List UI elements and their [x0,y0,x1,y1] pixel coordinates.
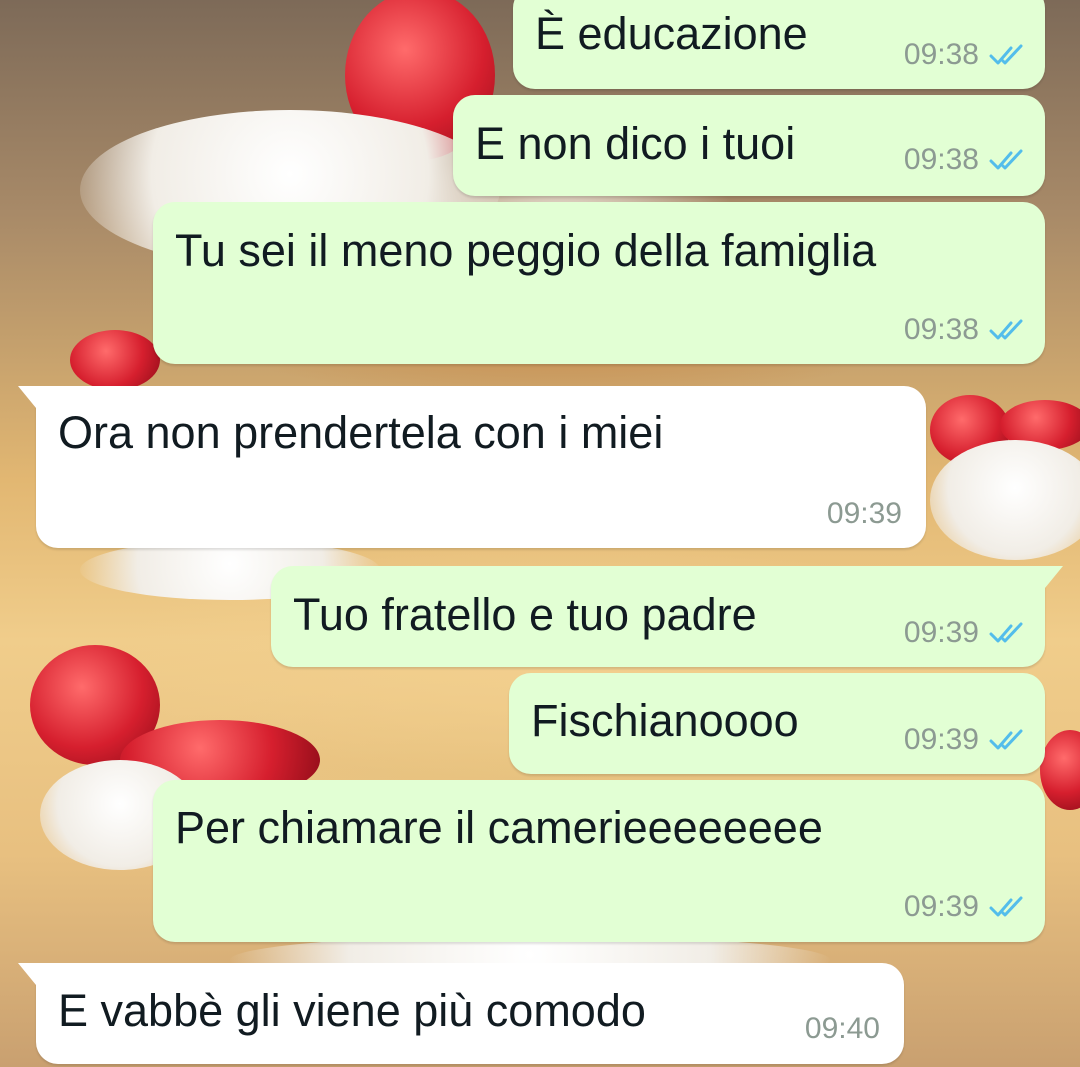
message-text: E non dico i tuoi [475,118,796,169]
message-list[interactable]: È educazione 09:38 E non dico i tuoi 09:… [0,0,1080,1067]
message-text: Tu sei il meno peggio della famiglia [175,225,877,276]
message-meta: 09:39 [827,497,902,531]
message-time: 09:38 [903,38,979,71]
message-meta: 09:40 [805,1012,880,1046]
message-meta: 09:39 [904,723,1027,757]
message-meta: 09:39 [904,616,1027,650]
outgoing-message[interactable]: Fischianoooo 09:39 [509,673,1045,774]
message-text: Ora non prendertela con i miei [58,407,664,458]
outgoing-message[interactable]: Tu sei il meno peggio della famiglia 09:… [153,202,1045,364]
message-text: Per chiamare il camerieeeeeeee [175,802,823,853]
incoming-message[interactable]: E vabbè gli viene più comodo 09:40 [18,963,904,1064]
outgoing-message[interactable]: Tuo fratello e tuo padre 09:39 [271,566,1063,667]
message-time: 09:38 [903,143,979,176]
double-check-read-icon [989,895,1027,919]
message-text: È educazione [535,8,808,59]
message-meta: 09:38 [904,313,1027,347]
message-time: 09:39 [826,497,902,530]
message-text: Tuo fratello e tuo padre [293,589,757,640]
incoming-message[interactable]: Ora non prendertela con i miei 09:39 [18,386,926,548]
message-meta: 09:38 [904,38,1027,72]
outgoing-message[interactable]: È educazione 09:38 [513,0,1045,89]
double-check-read-icon [989,728,1027,752]
double-check-read-icon [989,621,1027,645]
double-check-read-icon [989,43,1027,67]
message-time: 09:40 [804,1012,880,1045]
outgoing-message[interactable]: E non dico i tuoi 09:38 [453,95,1045,196]
outgoing-message[interactable]: Per chiamare il camerieeeeeeee 09:39 [153,780,1045,942]
message-time: 09:38 [903,313,979,346]
double-check-read-icon [989,148,1027,172]
message-meta: 09:39 [904,890,1027,924]
message-time: 09:39 [903,723,979,756]
message-time: 09:39 [903,890,979,923]
message-text: E vabbè gli viene più comodo [58,985,646,1036]
message-text: Fischianoooo [531,695,799,746]
double-check-read-icon [989,318,1027,342]
message-time: 09:39 [903,616,979,649]
message-meta: 09:38 [904,143,1027,177]
